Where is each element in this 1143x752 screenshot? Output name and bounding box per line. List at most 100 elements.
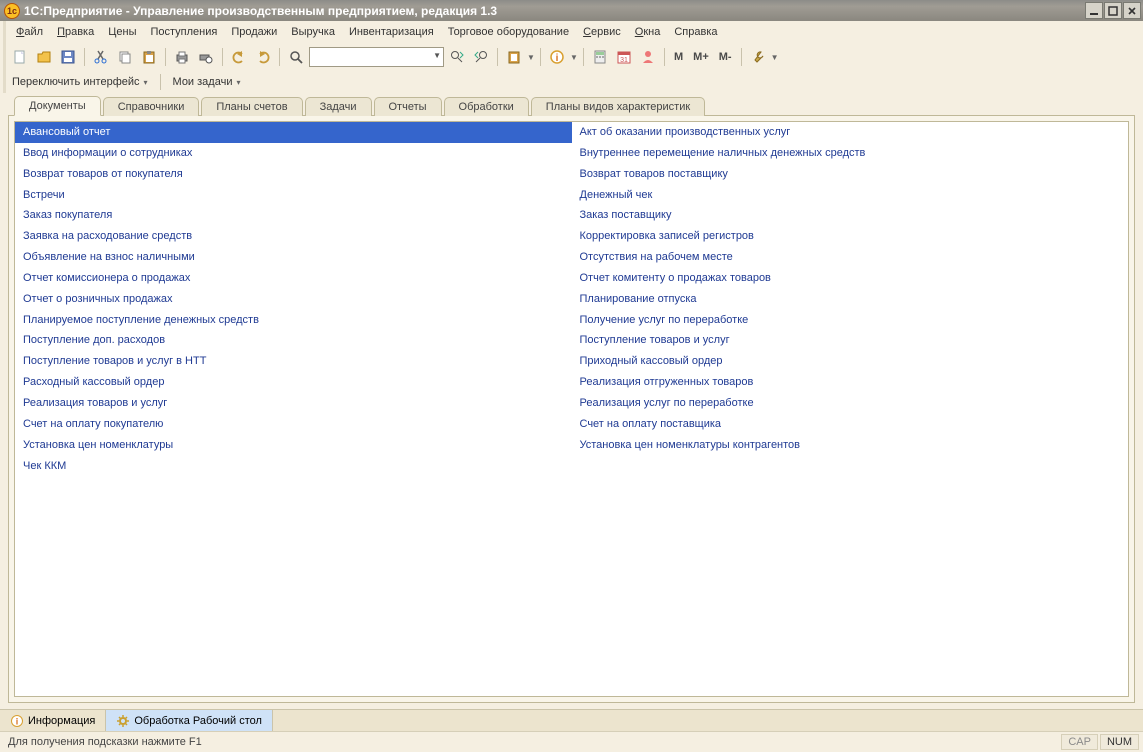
document-link[interactable]: Ввод информации о сотрудниках xyxy=(15,143,572,164)
menu-help[interactable]: Справка xyxy=(667,24,724,40)
menu-invent[interactable]: Инвентаризация xyxy=(342,24,441,40)
dropdown-icon: ▾ xyxy=(236,78,240,87)
menu-bar: Файл Правка Цены Поступления Продажи Выр… xyxy=(3,21,1143,43)
my-tasks-button[interactable]: Мои задачи ▾ xyxy=(173,76,241,88)
title-bar: 1c 1С:Предприятие - Управление производс… xyxy=(0,0,1143,21)
menu-file[interactable]: Файл xyxy=(9,24,50,40)
tab-tasks[interactable]: Задачи xyxy=(305,97,372,116)
m-minus-button[interactable]: M- xyxy=(715,46,736,68)
redo-icon[interactable] xyxy=(252,46,274,68)
tab-documents[interactable]: Документы xyxy=(14,96,101,116)
document-link[interactable]: Заявка на расходование средств xyxy=(15,226,572,247)
document-link[interactable]: Установка цен номенклатуры xyxy=(15,435,572,456)
document-link[interactable]: Получение услуг по переработке xyxy=(572,310,1129,331)
copy-icon[interactable] xyxy=(114,46,136,68)
svg-text:31: 31 xyxy=(620,57,628,64)
find-prev-icon[interactable] xyxy=(470,46,492,68)
document-link[interactable]: Отсутствия на рабочем месте xyxy=(572,247,1129,268)
document-link[interactable]: Корректировка записей регистров xyxy=(572,226,1129,247)
save-icon[interactable] xyxy=(57,46,79,68)
m-button[interactable]: M xyxy=(670,46,687,68)
tab-references[interactable]: Справочники xyxy=(103,97,200,116)
calculator-icon[interactable] xyxy=(589,46,611,68)
open-icon[interactable] xyxy=(33,46,55,68)
sub-toolbar: Переключить интерфейс ▾ Мои задачи ▾ xyxy=(3,71,1143,93)
menu-sales[interactable]: Продажи xyxy=(224,24,284,40)
info-icon: i xyxy=(10,714,24,728)
document-link[interactable]: Реализация отгруженных товаров xyxy=(572,372,1129,393)
menu-trade[interactable]: Торговое оборудование xyxy=(441,24,576,40)
document-link[interactable]: Реализация товаров и услуг xyxy=(15,393,572,414)
menu-windows[interactable]: Окна xyxy=(628,24,668,40)
new-doc-icon[interactable] xyxy=(9,46,31,68)
document-link[interactable]: Авансовый отчет xyxy=(15,122,572,143)
document-link[interactable]: Акт об оказании производственных услуг xyxy=(572,122,1129,143)
minimize-button[interactable] xyxy=(1085,2,1103,19)
info-icon[interactable]: i xyxy=(546,46,568,68)
switch-interface-button[interactable]: Переключить интерфейс ▾ xyxy=(12,76,148,88)
menu-prices[interactable]: Цены xyxy=(101,24,143,40)
toolbar: ▼ i ▼ 31 M M+ M- ▼ xyxy=(3,43,1143,71)
document-link[interactable]: Приходный кассовый ордер xyxy=(572,351,1129,372)
calendar-icon[interactable]: 31 xyxy=(613,46,635,68)
document-link[interactable]: Встречи xyxy=(15,185,572,206)
tab-processings[interactable]: Обработки xyxy=(444,97,529,116)
document-link[interactable]: Отчет комитенту о продажах товаров xyxy=(572,268,1129,289)
document-link[interactable]: Реализация услуг по переработке xyxy=(572,393,1129,414)
dropdown-icon[interactable]: ▼ xyxy=(771,53,779,62)
document-link[interactable]: Чек ККМ xyxy=(15,456,572,477)
tab-reports[interactable]: Отчеты xyxy=(374,97,442,116)
wrench-icon[interactable] xyxy=(747,46,769,68)
document-link[interactable]: Внутреннее перемещение наличных денежных… xyxy=(572,143,1129,164)
cut-icon[interactable] xyxy=(90,46,112,68)
separator xyxy=(497,48,498,66)
print-preview-icon[interactable] xyxy=(195,46,217,68)
document-link[interactable]: Возврат товаров от покупателя xyxy=(15,164,572,185)
document-link[interactable]: Поступление доп. расходов xyxy=(15,330,572,351)
print-icon[interactable] xyxy=(171,46,193,68)
document-link[interactable]: Отчет о розничных продажах xyxy=(15,289,572,310)
app-icon: 1c xyxy=(4,3,20,19)
undo-icon[interactable] xyxy=(228,46,250,68)
separator xyxy=(741,48,742,66)
window-title: 1С:Предприятие - Управление производстве… xyxy=(24,4,1084,18)
menu-supply[interactable]: Поступления xyxy=(143,24,224,40)
separator xyxy=(165,48,166,66)
switch-interface-label: Переключить интерфейс xyxy=(12,76,140,88)
find-next-icon[interactable] xyxy=(446,46,468,68)
tab-char-plans[interactable]: Планы видов характеристик xyxy=(531,97,705,116)
maximize-button[interactable] xyxy=(1104,2,1122,19)
document-link[interactable]: Денежный чек xyxy=(572,185,1129,206)
user-icon[interactable] xyxy=(637,46,659,68)
separator xyxy=(222,48,223,66)
document-link[interactable]: Счет на оплату покупателю xyxy=(15,414,572,435)
search-icon[interactable] xyxy=(285,46,307,68)
document-link[interactable]: Объявление на взнос наличными xyxy=(15,247,572,268)
m-plus-button[interactable]: M+ xyxy=(689,46,713,68)
paste-icon[interactable] xyxy=(138,46,160,68)
separator xyxy=(664,48,665,66)
document-link[interactable]: Поступление товаров и услуг xyxy=(572,330,1129,351)
document-link[interactable]: Заказ покупателя xyxy=(15,205,572,226)
clipboard-list-icon[interactable] xyxy=(503,46,525,68)
document-link[interactable]: Поступление товаров и услуг в НТТ xyxy=(15,351,572,372)
menu-service[interactable]: Сервис xyxy=(576,24,628,40)
search-input[interactable] xyxy=(309,47,444,67)
taskbar-item-info[interactable]: i Информация xyxy=(0,710,106,731)
menu-revenue[interactable]: Выручка xyxy=(284,24,342,40)
document-link[interactable]: Счет на оплату поставщика xyxy=(572,414,1129,435)
document-link[interactable]: Расходный кассовый ордер xyxy=(15,372,572,393)
close-button[interactable] xyxy=(1123,2,1141,19)
taskbar-item-workdesk[interactable]: Обработка Рабочий стол xyxy=(106,710,273,731)
document-link[interactable]: Заказ поставщику xyxy=(572,205,1129,226)
dropdown-icon[interactable]: ▼ xyxy=(570,53,578,62)
document-link[interactable]: Планирование отпуска xyxy=(572,289,1129,310)
document-link[interactable]: Отчет комиссионера о продажах xyxy=(15,268,572,289)
document-link[interactable]: Установка цен номенклатуры контрагентов xyxy=(572,435,1129,456)
document-link[interactable]: Возврат товаров поставщику xyxy=(572,164,1129,185)
taskbar-label: Информация xyxy=(28,715,95,727)
menu-edit[interactable]: Правка xyxy=(50,24,101,40)
document-link[interactable]: Планируемое поступление денежных средств xyxy=(15,310,572,331)
dropdown-icon[interactable]: ▼ xyxy=(527,53,535,62)
tab-account-plans[interactable]: Планы счетов xyxy=(201,97,302,116)
